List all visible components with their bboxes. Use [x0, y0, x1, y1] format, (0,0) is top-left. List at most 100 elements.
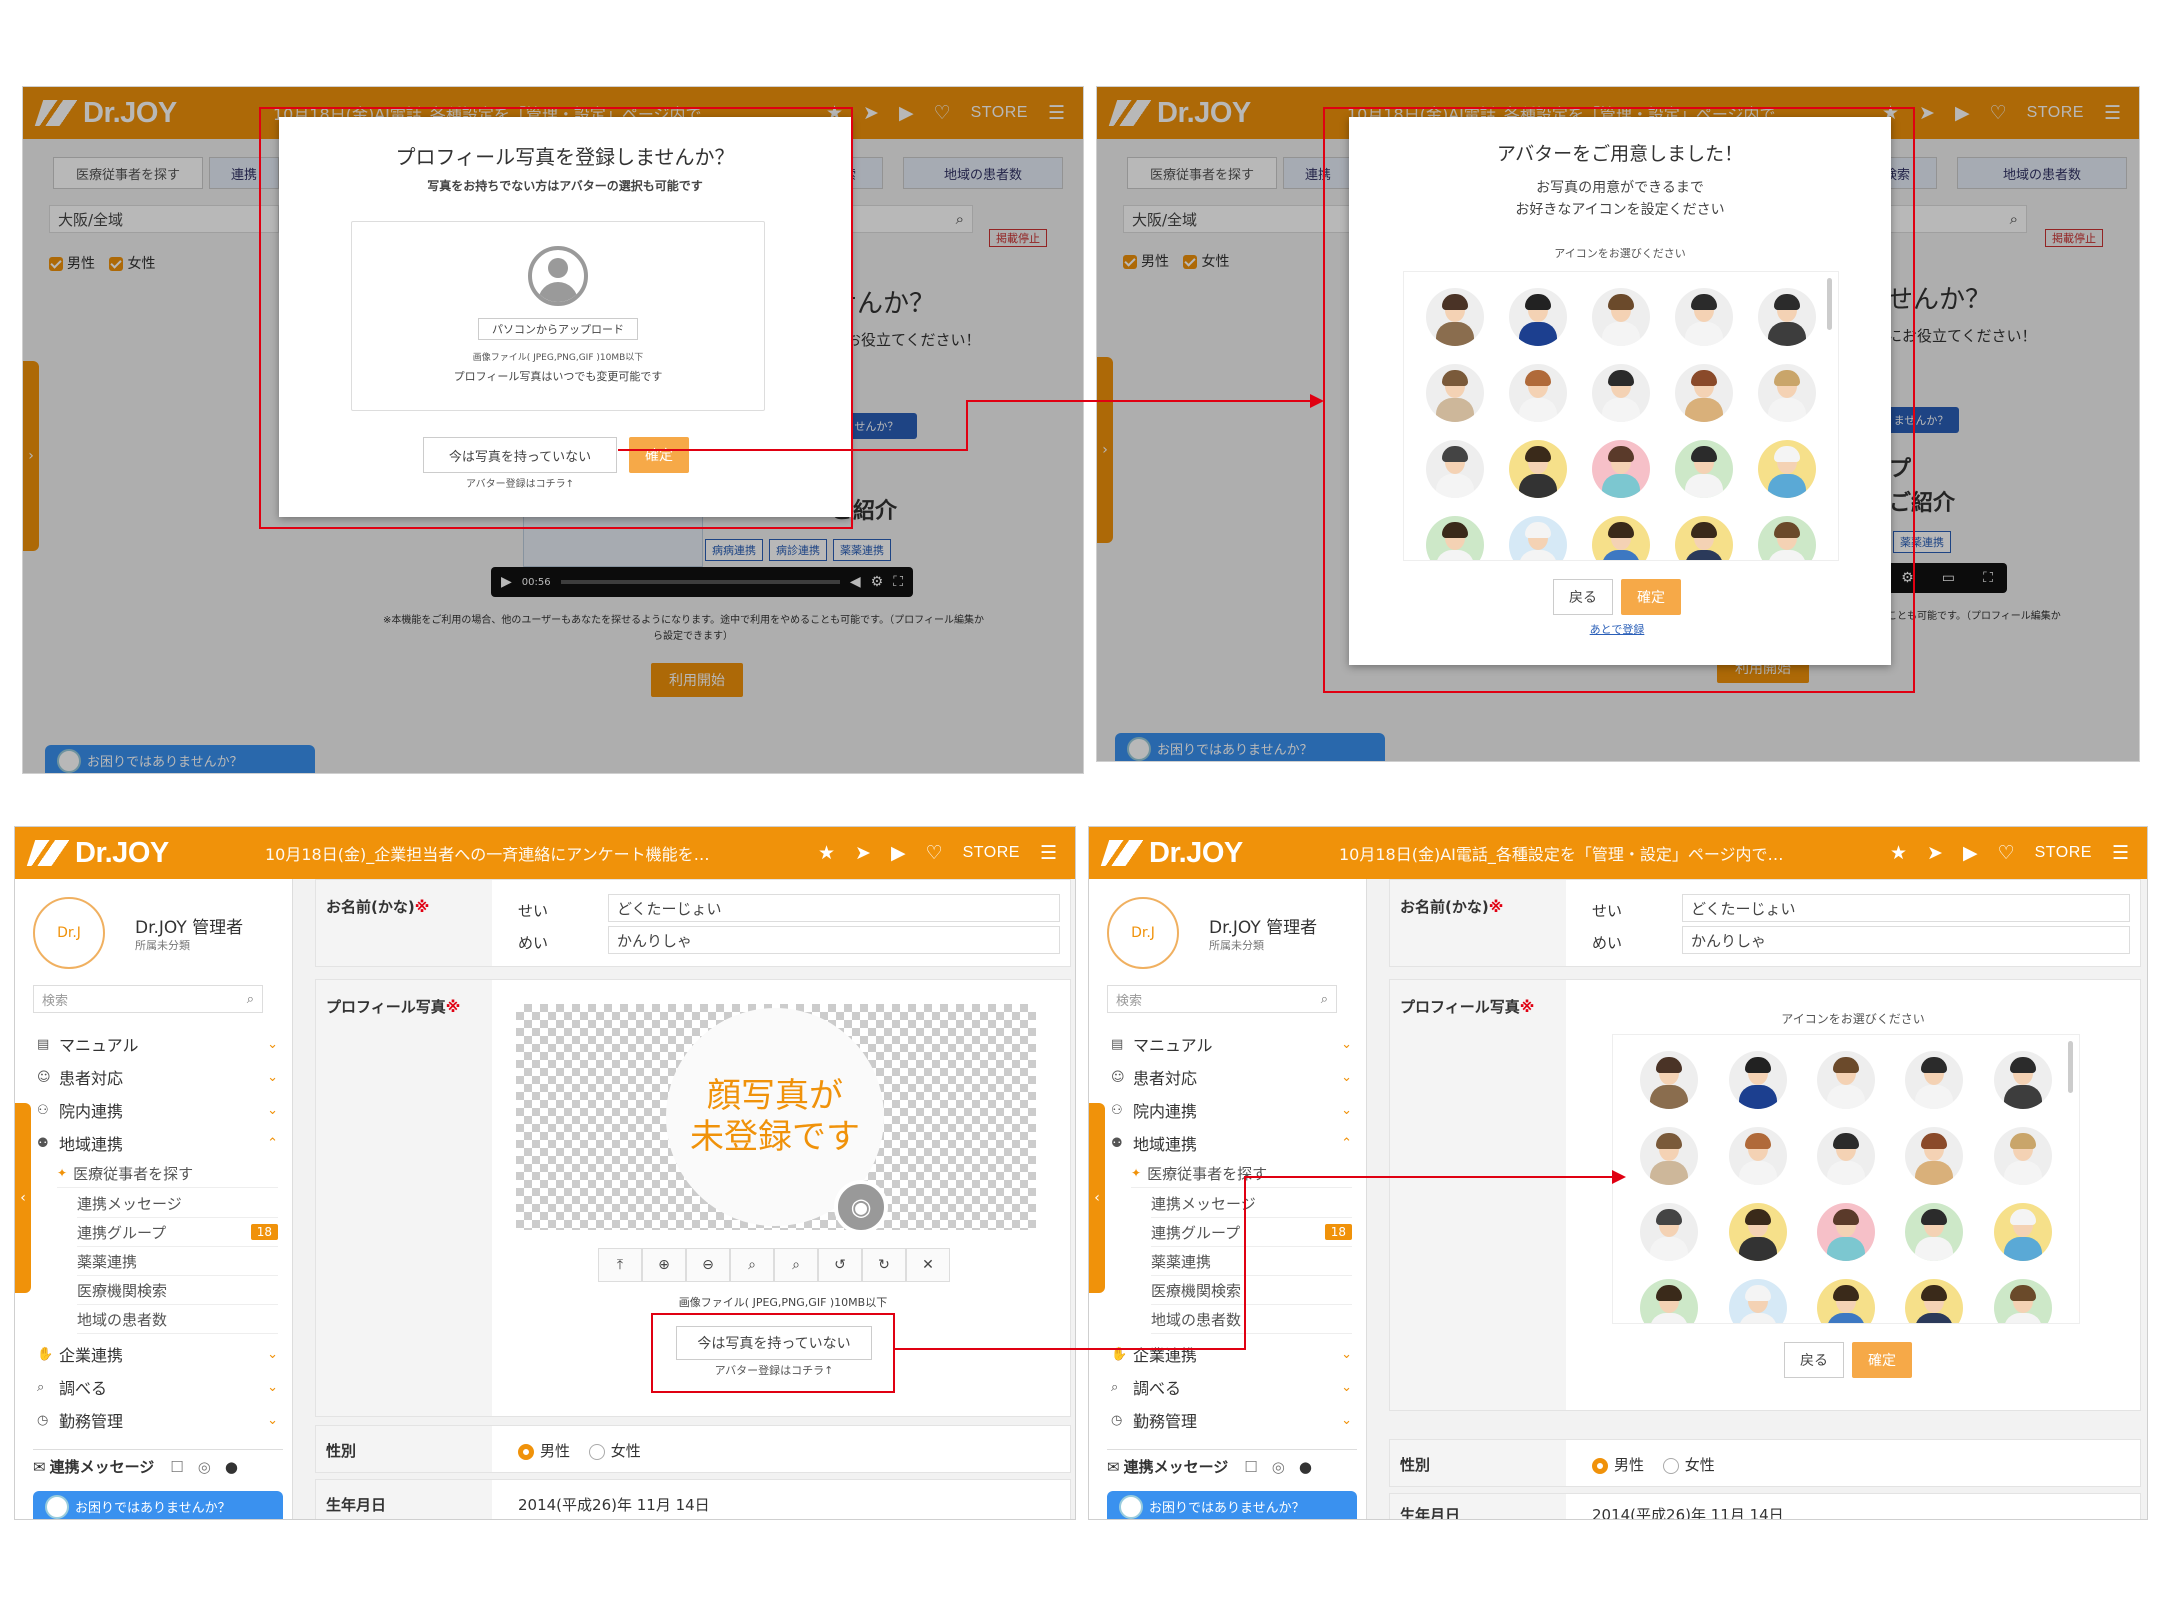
menu-attendance[interactable]: ◷ 勤務管理 ⌄: [37, 1405, 278, 1435]
avatar-option[interactable]: [1625, 1051, 1713, 1109]
avatar-list[interactable]: [1612, 1034, 2080, 1324]
male-radio[interactable]: [1592, 1457, 1608, 1474]
bulb-icon[interactable]: ♡: [1998, 842, 2015, 864]
bottom-msg-label[interactable]: 連携メッセージ: [1124, 1456, 1229, 1477]
sidebar-search[interactable]: 検索 ⌕: [1107, 985, 1337, 1013]
bottom-msg-label[interactable]: 連携メッセージ: [50, 1456, 155, 1477]
female-radio[interactable]: [1662, 1457, 1679, 1474]
minus-icon[interactable]: ⊖: [686, 1248, 730, 1282]
play-icon[interactable]: ▶: [891, 842, 906, 864]
avatar[interactable]: Dr.J: [33, 897, 105, 969]
menu-attendance[interactable]: ◷ 勤務管理 ⌄: [1111, 1405, 1352, 1435]
camera-icon[interactable]: ◉: [834, 1180, 888, 1234]
avatar-option[interactable]: [1890, 1279, 1978, 1323]
side-toggle[interactable]: ‹: [1089, 1103, 1105, 1293]
inbox-icon[interactable]: ☐: [170, 1458, 183, 1476]
confirm-button[interactable]: 確定: [1852, 1342, 1912, 1378]
sidebar-search[interactable]: 検索 ⌕: [33, 985, 263, 1013]
sub-patients[interactable]: 地域の患者数: [77, 1305, 278, 1334]
avatar-option[interactable]: [1890, 1203, 1978, 1261]
menu-icon[interactable]: ☰: [2112, 842, 2129, 864]
logo[interactable]: Dr.JOY: [26, 837, 251, 870]
upload-icon[interactable]: ⤒: [598, 1248, 642, 1282]
g-icon[interactable]: ●: [225, 1458, 238, 1476]
back-button[interactable]: 戻る: [1784, 1342, 1844, 1378]
menu-company[interactable]: ✋ 企業連携 ⌄: [37, 1339, 278, 1369]
inbox-icon[interactable]: ☐: [1244, 1458, 1257, 1476]
g-icon[interactable]: ●: [1299, 1458, 1312, 1476]
sub-facility-search[interactable]: 医療機関検索: [1151, 1276, 1352, 1305]
play-icon[interactable]: ▶: [1963, 842, 1978, 864]
menu-patient[interactable]: ☺ 患者対応 ⌄: [37, 1062, 278, 1092]
menu-lookup[interactable]: ⌕ 調べる ⌄: [37, 1372, 278, 1402]
avatar-option[interactable]: [1802, 1127, 1890, 1185]
sub-patients[interactable]: 地域の患者数: [1151, 1305, 1352, 1334]
zoom-out-icon[interactable]: ⌕: [774, 1248, 818, 1282]
side-toggle[interactable]: ‹: [15, 1103, 31, 1293]
avatar-option[interactable]: [1890, 1051, 1978, 1109]
avatar-option[interactable]: [1802, 1203, 1890, 1261]
mei-input[interactable]: かんりしゃ: [1682, 926, 2130, 954]
avatar-option[interactable]: [1713, 1051, 1801, 1109]
menu-manual[interactable]: ▤ マニュアル ⌄: [1111, 1029, 1352, 1059]
menu-regional[interactable]: ⚉ 地域連携 ⌃: [37, 1128, 278, 1158]
avatar-option[interactable]: [1802, 1279, 1890, 1323]
mei-input[interactable]: かんりしゃ: [608, 926, 1060, 954]
help-button[interactable]: お困りではありませんか？: [33, 1491, 283, 1519]
sub-groups[interactable]: 連携グループ 18: [77, 1218, 278, 1247]
store-link[interactable]: STORE: [963, 844, 1020, 862]
avatar-option[interactable]: [1625, 1203, 1713, 1261]
menu-patient[interactable]: ☺ 患者対応 ⌄: [1111, 1062, 1352, 1092]
store-link[interactable]: STORE: [2035, 844, 2092, 862]
menu-internal[interactable]: ⚇ 院内連携 ⌄: [37, 1095, 278, 1125]
rotate-left-icon[interactable]: ↺: [818, 1248, 862, 1282]
sei-input[interactable]: どくたーじょい: [1682, 894, 2130, 922]
star-icon[interactable]: ★: [1890, 842, 1907, 864]
avatar-list-scrollbar[interactable]: [2068, 1041, 2073, 1093]
target-icon[interactable]: ◎: [198, 1458, 211, 1476]
menu-internal[interactable]: ⚇ 院内連携 ⌄: [1111, 1095, 1352, 1125]
plus-icon[interactable]: ⊕: [642, 1248, 686, 1282]
rotate-right-icon[interactable]: ↻: [862, 1248, 906, 1282]
avatar-option[interactable]: [1713, 1127, 1801, 1185]
menu-icon[interactable]: ☰: [1040, 842, 1057, 864]
sub-facility-search[interactable]: 医療機関検索: [77, 1276, 278, 1305]
sub-search-staff[interactable]: ✦ 医療従事者を探す: [1131, 1159, 1352, 1188]
avatar-option[interactable]: [1979, 1127, 2067, 1185]
avatar-option[interactable]: [1802, 1051, 1890, 1109]
avatar[interactable]: Dr.J: [1107, 897, 1179, 969]
avatar-option[interactable]: [1979, 1279, 2067, 1323]
sei-input[interactable]: どくたーじょい: [608, 894, 1060, 922]
birth-value[interactable]: 2014(平成26)年 11月 14日: [518, 1494, 710, 1515]
sub-search-staff[interactable]: ✦ 医療従事者を探す: [57, 1159, 278, 1188]
logo[interactable]: Dr.JOY: [1100, 837, 1325, 870]
news-marquee[interactable]: 10月18日(金)AI電話_各種設定を「管理・設定」ページ内で…: [1325, 841, 1890, 865]
sub-groups[interactable]: 連携グループ 18: [1151, 1218, 1352, 1247]
avatar-option[interactable]: [1979, 1051, 2067, 1109]
bulb-icon[interactable]: ♡: [926, 842, 943, 864]
menu-lookup[interactable]: ⌕ 調べる ⌄: [1111, 1372, 1352, 1402]
sub-pharmacy[interactable]: 薬薬連携: [77, 1247, 278, 1276]
menu-manual[interactable]: ▤ マニュアル ⌄: [37, 1029, 278, 1059]
male-radio[interactable]: [518, 1443, 534, 1460]
close-icon[interactable]: ✕: [906, 1248, 950, 1282]
news-marquee[interactable]: 10月18日(金)_企業担当者への一斉連絡にアンケート機能を…: [251, 841, 818, 865]
female-radio[interactable]: [588, 1443, 605, 1460]
menu-company[interactable]: ✋ 企業連携 ⌄: [1111, 1339, 1352, 1369]
avatar-option[interactable]: [1890, 1127, 1978, 1185]
avatar-option[interactable]: [1625, 1279, 1713, 1323]
birth-value[interactable]: 2014(平成26)年 11月 14日: [1592, 1504, 1784, 1519]
help-button[interactable]: お困りではありませんか？: [1107, 1491, 1357, 1519]
sub-messages[interactable]: 連携メッセージ: [1151, 1189, 1352, 1218]
sub-pharmacy[interactable]: 薬薬連携: [1151, 1247, 1352, 1276]
menu-regional[interactable]: ⚉ 地域連携 ⌃: [1111, 1128, 1352, 1158]
zoom-in-icon[interactable]: ⌕: [730, 1248, 774, 1282]
photo-canvas[interactable]: 顔写真が 未登録です ◉: [516, 1004, 1036, 1234]
avatar-option[interactable]: [1713, 1279, 1801, 1323]
target-icon[interactable]: ◎: [1272, 1458, 1285, 1476]
avatar-option[interactable]: [1625, 1127, 1713, 1185]
avatar-option[interactable]: [1979, 1203, 2067, 1261]
sub-messages[interactable]: 連携メッセージ: [77, 1189, 278, 1218]
send-icon[interactable]: ➤: [855, 842, 871, 864]
star-icon[interactable]: ★: [818, 842, 835, 864]
